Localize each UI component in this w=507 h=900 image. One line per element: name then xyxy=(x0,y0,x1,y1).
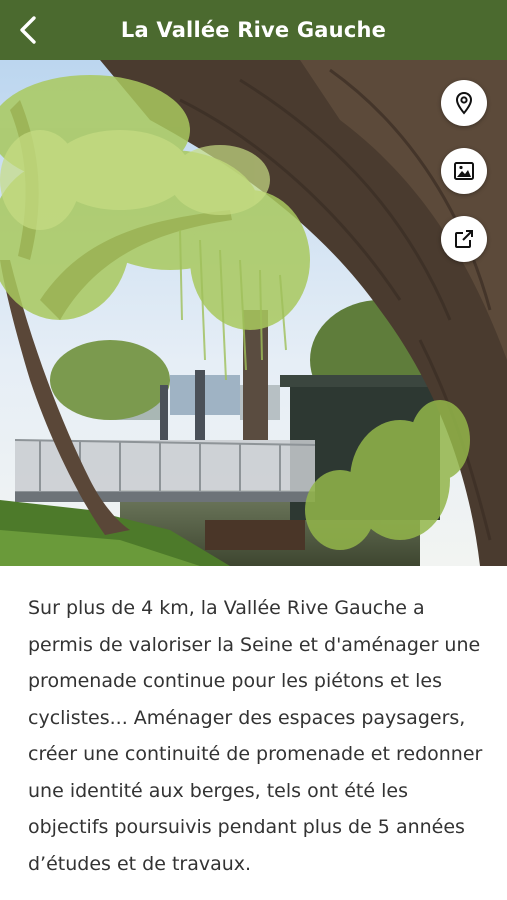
share-button[interactable] xyxy=(441,216,487,262)
back-button[interactable] xyxy=(6,8,50,52)
page-title: La Vallée Rive Gauche xyxy=(120,18,387,42)
map-pin-icon xyxy=(455,91,473,115)
gallery-icon xyxy=(454,162,474,180)
map-button[interactable] xyxy=(441,80,487,126)
chevron-left-icon xyxy=(20,16,36,44)
external-link-icon xyxy=(455,230,473,248)
description-text: Sur plus de 4 km, la Vallée Rive Gauche … xyxy=(28,597,483,875)
park-photo xyxy=(0,60,507,566)
gallery-button[interactable] xyxy=(441,148,487,194)
hero-image xyxy=(0,60,507,566)
app-header: La Vallée Rive Gauche xyxy=(0,0,507,60)
